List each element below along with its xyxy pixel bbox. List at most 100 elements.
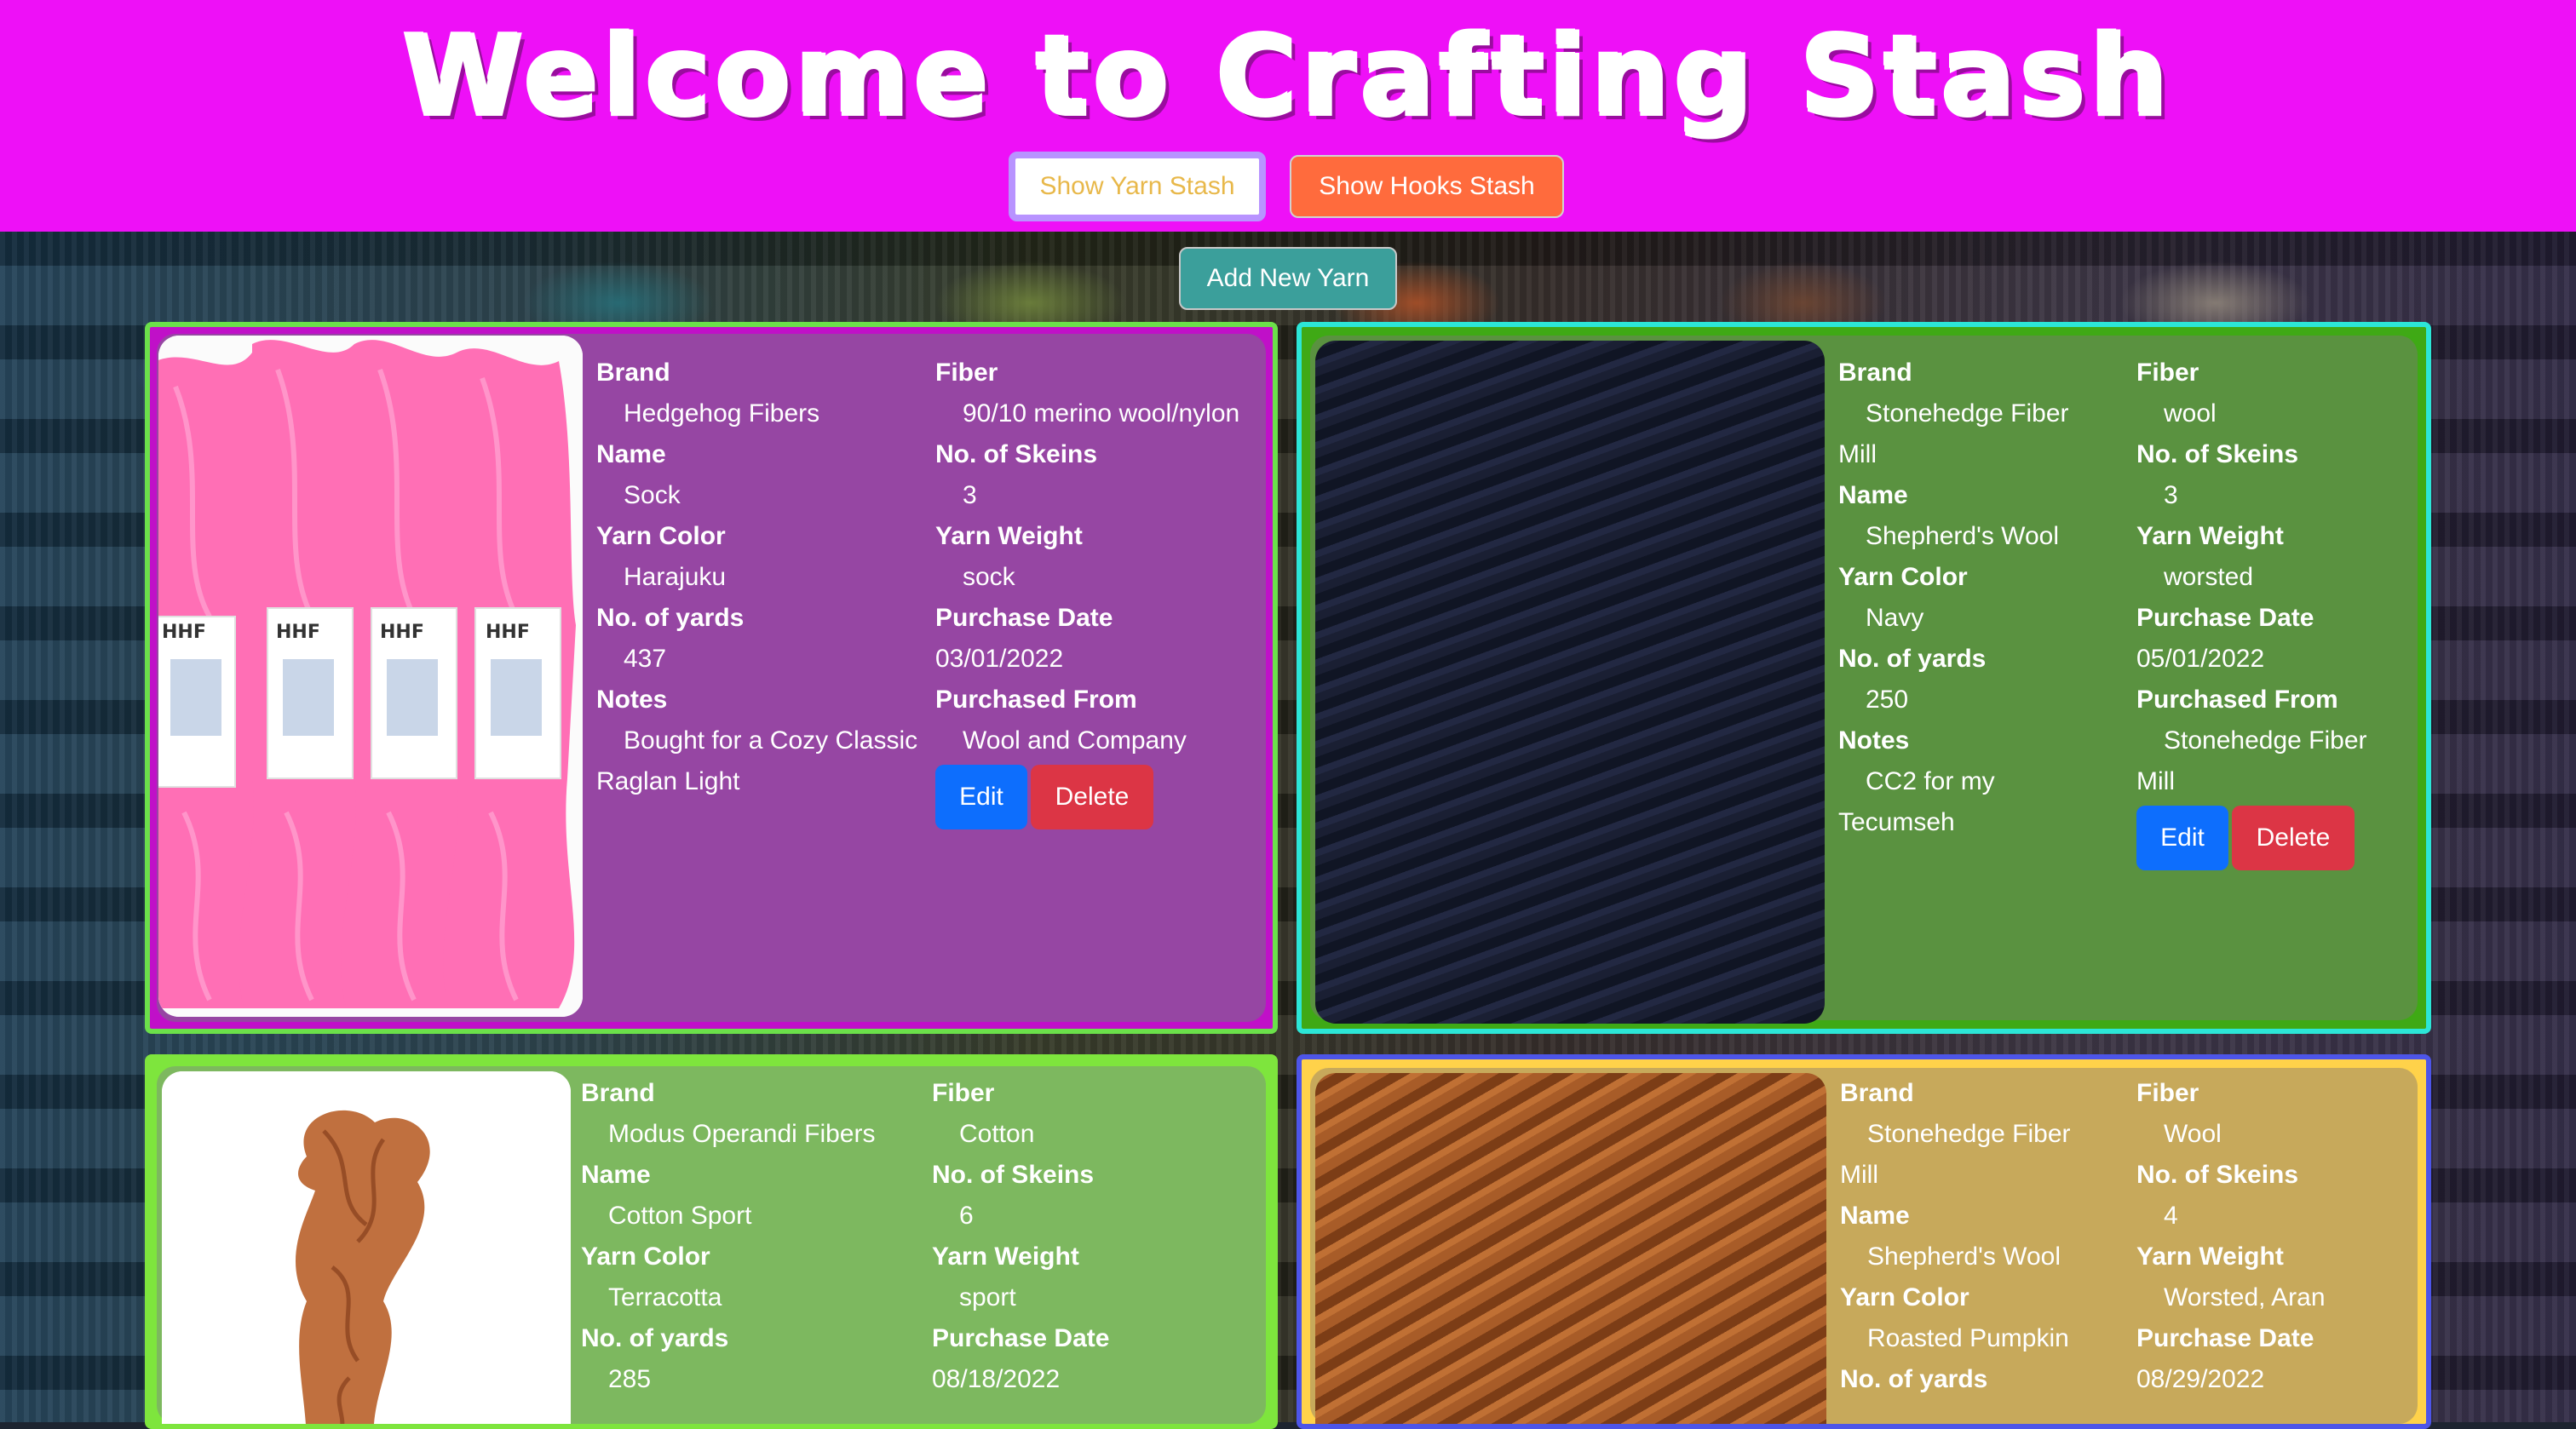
weight-value: Worsted, Aran xyxy=(2164,1283,2326,1311)
fiber-value: Cotton xyxy=(959,1120,1035,1148)
skeins-value: 3 xyxy=(2164,481,2178,509)
yards-label: No. of yards xyxy=(1840,1365,1988,1393)
svg-text:HHF: HHF xyxy=(276,622,320,643)
terracotta-skein-image xyxy=(162,1071,571,1424)
yards-value: 437 xyxy=(624,645,667,673)
brand-label: Brand xyxy=(1840,1079,1914,1107)
purchase-date-value: 08/29/2022 xyxy=(2136,1365,2265,1393)
notes-label: Notes xyxy=(1838,726,1910,755)
brand-value: Modus Operandi Fibers xyxy=(608,1120,876,1148)
svg-text:HHF: HHF xyxy=(486,622,530,643)
brand-label: Brand xyxy=(596,359,670,387)
yarn-details-right: Fiber Cotton No. of Skeins 6 Yarn Weight… xyxy=(932,1073,1239,1400)
show-hooks-stash-button[interactable]: Show Hooks Stash xyxy=(1290,155,1564,218)
yarn-color-label: Yarn Color xyxy=(1838,563,1968,591)
yarn-color-value: Harajuku xyxy=(624,563,727,591)
purchase-date-label: Purchase Date xyxy=(2136,604,2314,632)
name-value: Shepherd's Wool xyxy=(1866,522,2059,550)
yards-label: No. of yards xyxy=(581,1324,729,1352)
purchase-date-label: Purchase Date xyxy=(932,1324,1110,1352)
svg-text:HHF: HHF xyxy=(162,622,206,643)
yarn-details-right: Fiber 90/10 merino wool/nylon No. of Ske… xyxy=(935,353,1242,829)
fiber-label: Fiber xyxy=(932,1079,995,1107)
purchase-date-label: Purchase Date xyxy=(2136,1324,2314,1352)
weight-value: sport xyxy=(959,1283,1016,1311)
fiber-value: wool xyxy=(2164,399,2217,428)
delete-button[interactable]: Delete xyxy=(1031,765,1153,829)
fiber-label: Fiber xyxy=(2136,359,2199,387)
notes-value: CC2 for my Tecumseh xyxy=(1838,767,1995,836)
yarn-details-right: Fiber wool No. of Skeins 3 Yarn Weight w… xyxy=(2136,353,2409,870)
yarn-photo: HHF HHF HHF HHF xyxy=(158,336,583,1017)
delete-button[interactable]: Delete xyxy=(2232,806,2355,870)
yarn-card: HHF HHF HHF HHF Brand Hedgehog Fibers Name… xyxy=(145,322,1278,1034)
yarn-details-left: Brand Stonehedge Fiber Mill Name Shepher… xyxy=(1840,1073,2113,1400)
yards-label: No. of yards xyxy=(596,604,745,632)
yarn-details-right: Fiber Wool No. of Skeins 4 Yarn Weight W… xyxy=(2136,1073,2409,1400)
weight-label: Yarn Weight xyxy=(935,522,1083,550)
brand-value: Hedgehog Fibers xyxy=(624,399,820,428)
name-value: Sock xyxy=(624,481,681,509)
name-value: Shepherd's Wool xyxy=(1867,1242,2061,1271)
fiber-value: 90/10 merino wool/nylon xyxy=(963,399,1240,428)
name-label: Name xyxy=(596,440,666,468)
yarn-color-label: Yarn Color xyxy=(581,1242,710,1271)
purchased-from-label: Purchased From xyxy=(2136,686,2338,714)
yarn-details-left: Brand Stonehedge Fiber Mill Name Shepher… xyxy=(1838,353,2111,843)
edit-button[interactable]: Edit xyxy=(935,765,1027,829)
purchase-date-value: 08/18/2022 xyxy=(932,1365,1061,1393)
purchased-from-value: Stonehedge Fiber Mill xyxy=(2136,726,2367,795)
yarn-details-left: Brand Modus Operandi Fibers Name Cotton … xyxy=(581,1073,922,1400)
purchase-date-value: 03/01/2022 xyxy=(935,645,1064,673)
notes-value: Bought for a Cozy Classic Raglan Light xyxy=(596,726,918,795)
skeins-label: No. of Skeins xyxy=(932,1161,1095,1189)
purchased-from-label: Purchased From xyxy=(935,686,1137,714)
brand-label: Brand xyxy=(1838,359,1912,387)
yarn-color-label: Yarn Color xyxy=(1840,1283,1969,1311)
yarn-color-value: Navy xyxy=(1866,604,1924,632)
fiber-label: Fiber xyxy=(2136,1079,2199,1107)
skeins-value: 3 xyxy=(963,481,977,509)
edit-button[interactable]: Edit xyxy=(2136,806,2228,870)
name-label: Name xyxy=(1838,481,1908,509)
skeins-label: No. of Skeins xyxy=(2136,440,2299,468)
weight-label: Yarn Weight xyxy=(2136,522,2284,550)
pumpkin-yarn-photo xyxy=(1315,1073,1826,1424)
navy-yarn-photo xyxy=(1315,341,1825,1024)
name-label: Name xyxy=(581,1161,651,1189)
yarn-photo xyxy=(162,1071,571,1424)
card-actions: Edit Delete xyxy=(935,765,1242,829)
svg-text:HHF: HHF xyxy=(380,622,424,643)
weight-value: sock xyxy=(963,563,1015,591)
show-yarn-stash-button[interactable]: Show Yarn Stash xyxy=(1009,152,1266,221)
yarn-card: Brand Stonehedge Fiber Mill Name Shepher… xyxy=(1297,1054,2431,1429)
purchase-date-value: 05/01/2022 xyxy=(2136,645,2265,673)
card-actions: Edit Delete xyxy=(2136,806,2409,870)
notes-label: Notes xyxy=(596,686,668,714)
yards-value: 285 xyxy=(608,1365,652,1393)
yarn-color-label: Yarn Color xyxy=(596,522,726,550)
fiber-label: Fiber xyxy=(935,359,998,387)
yards-value: 250 xyxy=(1866,686,1909,714)
skeins-label: No. of Skeins xyxy=(935,440,1098,468)
purchase-date-label: Purchase Date xyxy=(935,604,1113,632)
skeins-value: 4 xyxy=(2164,1202,2178,1230)
brand-value: Stonehedge Fiber Mill xyxy=(1838,399,2069,468)
fiber-value: Wool xyxy=(2164,1120,2222,1148)
yarn-card: Brand Modus Operandi Fibers Name Cotton … xyxy=(145,1054,1278,1429)
header: Welcome to Crafting Stash xyxy=(0,0,2576,232)
name-label: Name xyxy=(1840,1202,1910,1230)
yarn-color-value: Roasted Pumpkin xyxy=(1867,1324,2069,1352)
pink-skeins-image: HHF HHF HHF HHF xyxy=(158,336,583,1017)
brand-value: Stonehedge Fiber Mill xyxy=(1840,1120,2071,1189)
weight-label: Yarn Weight xyxy=(2136,1242,2284,1271)
purchased-from-value: Wool and Company xyxy=(963,726,1187,755)
brand-label: Brand xyxy=(581,1079,655,1107)
weight-label: Yarn Weight xyxy=(932,1242,1079,1271)
add-new-yarn-button[interactable]: Add New Yarn xyxy=(1179,247,1397,310)
yarn-details-left: Brand Hedgehog Fibers Name Sock Yarn Col… xyxy=(596,353,920,802)
skeins-value: 6 xyxy=(959,1202,974,1230)
name-value: Cotton Sport xyxy=(608,1202,752,1230)
page-title: Welcome to Crafting Stash xyxy=(401,12,2174,142)
yards-label: No. of yards xyxy=(1838,645,1987,673)
